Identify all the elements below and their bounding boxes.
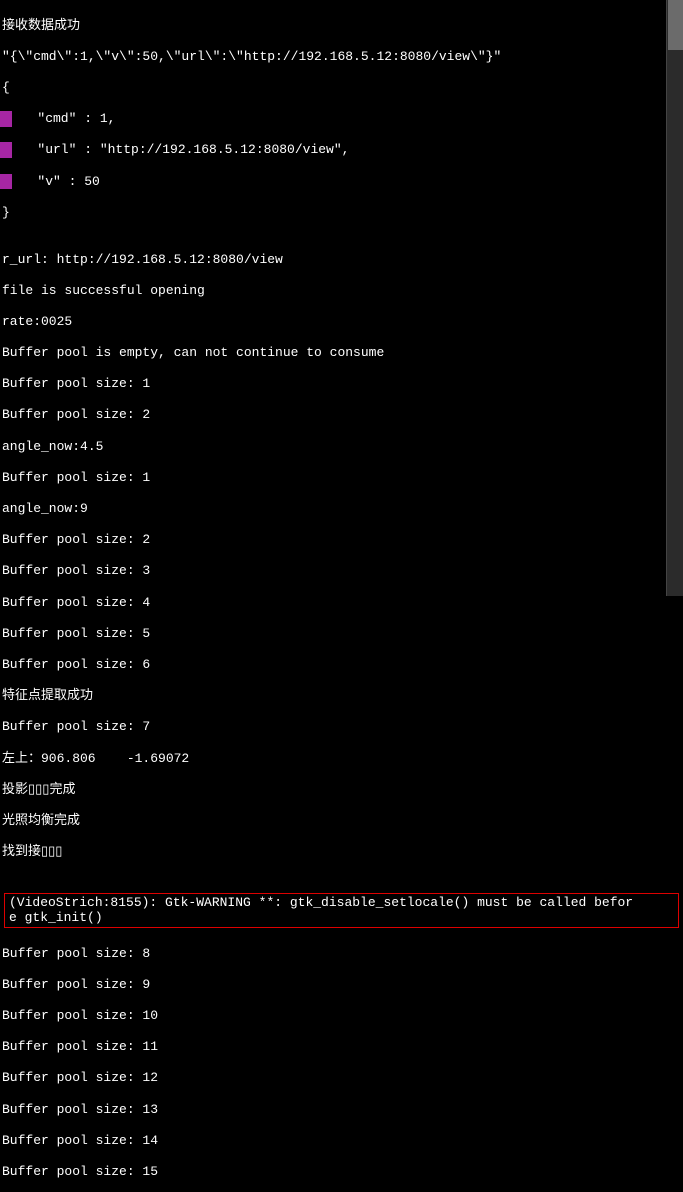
log-line: Buffer pool size: 9 [0,977,683,993]
log-line: angle_now:9 [0,501,683,517]
log-line: 左上：906.806 -1.69072 [0,751,683,767]
log-line: 找到接▯▯▯ [0,844,683,860]
log-line: Buffer pool size: 6 [0,657,683,673]
log-line: Buffer pool size: 8 [0,946,683,962]
log-line: 特征点提取成功 [0,688,683,704]
log-line: Buffer pool size: 2 [0,407,683,423]
log-line: 投影▯▯▯完成 [0,782,683,798]
log-line-json: "v" : 50 [0,174,683,190]
log-line: "{\"cmd\":1,\"v\":50,\"url\":\"http://19… [0,49,683,65]
log-line-json: "cmd" : 1, [0,111,683,127]
log-line: Buffer pool size: 1 [0,376,683,392]
vertical-scrollbar[interactable] [666,0,683,596]
terminal-output: 接收数据成功 "{\"cmd\":1,\"v\":50,\"url\":\"ht… [0,0,683,596]
log-line: 光照均衡完成 [0,813,683,829]
log-line: Buffer pool size: 2 [0,532,683,548]
log-line: Buffer pool size: 4 [0,595,683,611]
scrollbar-thumb[interactable] [668,0,683,50]
log-line: Buffer pool size: 13 [0,1102,683,1118]
log-line: Buffer pool size: 15 [0,1164,683,1180]
log-line: rate:0025 [0,314,683,330]
log-line: file is successful opening [0,283,683,299]
log-line: Buffer pool size: 5 [0,626,683,642]
log-line: Buffer pool size: 11 [0,1039,683,1055]
log-line: Buffer pool size: 10 [0,1008,683,1024]
gtk-warning-line: e gtk_init() [7,910,676,926]
gtk-warning-box: (VideoStrich:8155): Gtk-WARNING **: gtk_… [4,893,679,928]
log-line: angle_now:4.5 [0,439,683,455]
log-line: Buffer pool size: 3 [0,563,683,579]
log-line: r_url: http://192.168.5.12:8080/view [0,252,683,268]
log-line: Buffer pool size: 12 [0,1070,683,1086]
log-line: Buffer pool size: 14 [0,1133,683,1149]
gtk-warning-line: (VideoStrich:8155): Gtk-WARNING **: gtk_… [7,895,676,911]
log-line: { [0,80,683,96]
log-line: 接收数据成功 [0,18,683,34]
log-line: } [0,205,683,221]
log-line: Buffer pool size: 7 [0,719,683,735]
log-line-json: "url" : "http://192.168.5.12:8080/view", [0,142,683,158]
log-line: Buffer pool size: 1 [0,470,683,486]
log-line: Buffer pool is empty, can not continue t… [0,345,683,361]
